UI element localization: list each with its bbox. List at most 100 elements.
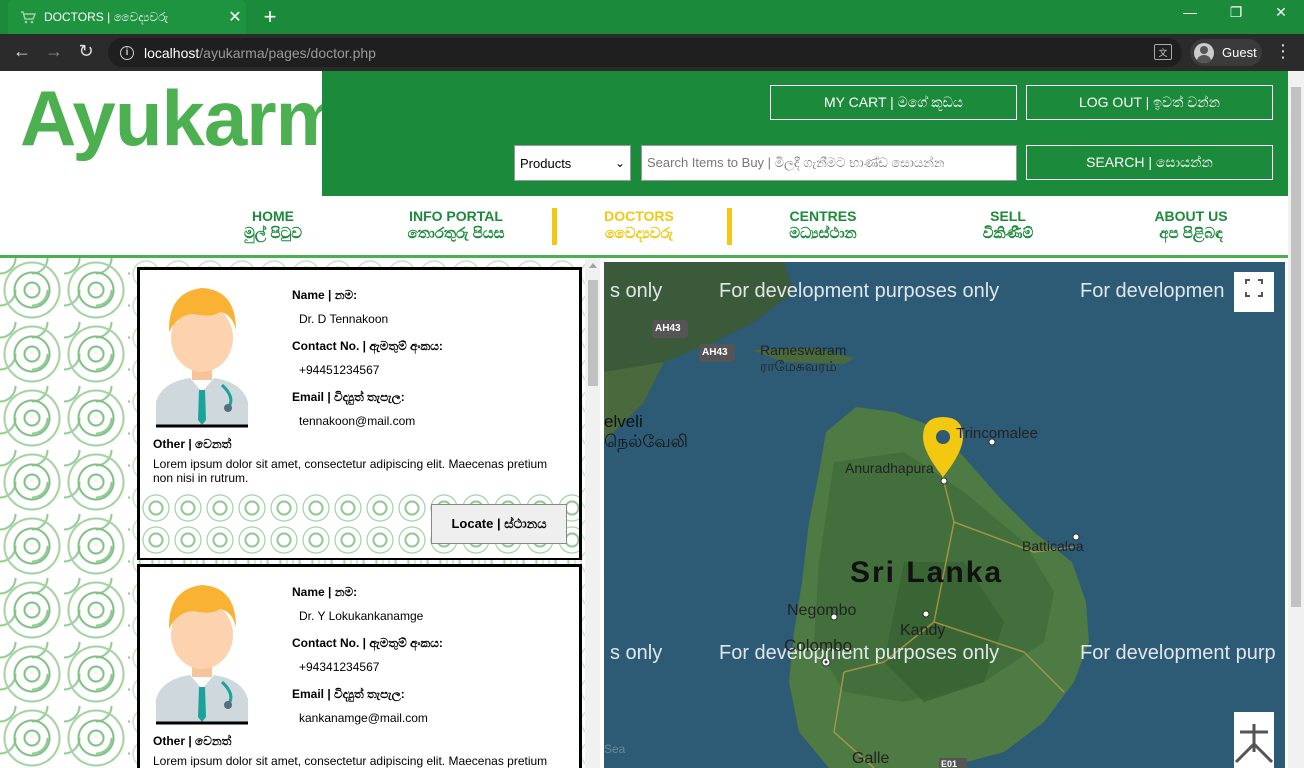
log-out-button[interactable]: LOG OUT | ඉවත් වන්න: [1026, 85, 1273, 120]
nav-sell-en: SELL: [990, 208, 1026, 224]
logo-area: Ayukarma: [0, 71, 387, 196]
locate-button[interactable]: Locate | ස්ථානය: [431, 504, 567, 544]
menu-kebab-icon[interactable]: ⋮: [1274, 41, 1292, 62]
decorative-pattern: [0, 258, 130, 768]
doctor-name: Dr. D Tennakoon: [299, 312, 389, 326]
translate-icon[interactable]: 文: [1154, 44, 1172, 60]
doctor-list[interactable]: Name | නම: Dr. D Tennakoon Contact No. |…: [130, 258, 600, 768]
nav-divider: [727, 208, 732, 245]
map-watermark: s only: [610, 642, 663, 664]
map-label-rameswaram: Rameswaram: [760, 342, 847, 358]
doctor-avatar-icon: [152, 577, 252, 725]
doctor-contact: +94451234567: [299, 363, 380, 377]
reload-icon[interactable]: ↻: [74, 41, 98, 62]
map-label-sea: Sea: [604, 742, 626, 756]
map-label-kandy: Kandy: [900, 622, 946, 639]
map-marker-icon[interactable]: [919, 417, 967, 479]
browser-tab-bar: DOCTORS | වෛද්‍යවරු ✕ + — ❐ ✕: [0, 0, 1304, 34]
nav-doctors-en: DOCTORS: [604, 208, 674, 224]
map-label-batticaloa: Batticaloa: [1022, 538, 1084, 554]
card-footer: Locate | ස්ථානය: [140, 492, 579, 558]
name-label: Name | නම:: [292, 288, 358, 302]
map-label-galle: Galle: [852, 750, 890, 767]
map-label-negombo: Negombo: [787, 602, 857, 619]
highway-shield: AH43: [655, 323, 681, 334]
map-watermark: For development purp: [1080, 642, 1276, 664]
nav-sell-si: විකිණීම්: [982, 225, 1034, 242]
search-button[interactable]: SEARCH | සොයන්න: [1026, 145, 1273, 180]
profile-button[interactable]: Guest: [1190, 39, 1262, 66]
category-select-value: Products: [520, 155, 572, 171]
cart-favicon-icon: [21, 11, 36, 24]
contact-label: Contact No. | ඇමතුම් අංකය:: [292, 339, 443, 353]
map-label-rameswaram-ta: ராமேசுவரம்: [760, 358, 837, 374]
new-tab-button[interactable]: +: [258, 4, 282, 30]
map[interactable]: s only For development purposes only For…: [604, 262, 1285, 768]
highway-shield: E01: [941, 759, 958, 768]
scroll-up-arrow-icon[interactable]: [589, 263, 597, 268]
doctor-fields: Name | නම: Dr. Y Lokukankanamge Contact …: [292, 585, 582, 738]
fullscreen-icon[interactable]: [1234, 272, 1274, 312]
doctor-fields: Name | නම: Dr. D Tennakoon Contact No. |…: [292, 288, 582, 441]
map-watermark: s only: [610, 280, 663, 302]
browser-toolbar: ← → ↻ i localhost /ayukarma/pages/doctor…: [0, 34, 1304, 71]
my-cart-button[interactable]: MY CART | මගේ කූඩය: [770, 85, 1017, 120]
doctor-contact: +94341234567: [299, 660, 380, 674]
map-watermark: For developmen: [1080, 280, 1225, 302]
highway-shield: AH43: [702, 347, 728, 358]
other-label: Other | වෙනත්: [153, 437, 232, 451]
doctor-card: Name | නම: Dr. D Tennakoon Contact No. |…: [137, 267, 582, 560]
search-input[interactable]: Search Items to Buy | මිලදී ගැනීමට භාණ්ඩ…: [641, 145, 1017, 181]
pegman-icon[interactable]: [1234, 712, 1274, 768]
doctor-email: kankanamge@mail.com: [299, 711, 428, 725]
profile-name: Guest: [1222, 45, 1257, 60]
map-canvas: [604, 262, 1285, 768]
nav-doctors[interactable]: DOCTORS වෛද්‍යවරු: [549, 208, 729, 242]
nav-info-en: INFO PORTAL: [409, 208, 503, 224]
chevron-down-icon: ⌄: [614, 156, 625, 170]
back-icon[interactable]: ←: [10, 41, 34, 62]
other-label: Other | වෙනත්: [153, 734, 232, 748]
doctor-email: tennakoon@mail.com: [299, 414, 416, 428]
email-label: Email | විද්‍යුත් තැපැල:: [292, 687, 405, 701]
email-label: Email | විද්‍යුත් තැපැල:: [292, 390, 405, 404]
doctor-name: Dr. Y Lokukankanamge: [299, 609, 424, 623]
nav-home[interactable]: HOME මුල් පිටුව: [183, 208, 363, 242]
nav-about-us[interactable]: ABOUT US අප පිළිබඳ: [1101, 208, 1281, 242]
main-nav: HOME මුල් පිටුව INFO PORTAL තොරතුරු පියස…: [0, 196, 1288, 258]
address-bar[interactable]: i localhost /ayukarma/pages/doctor.php 文: [108, 38, 1182, 67]
doctor-avatar-icon: [152, 280, 252, 428]
nav-sell[interactable]: SELL විකිණීම්: [918, 208, 1098, 242]
map-label-country: Sri Lanka: [850, 556, 1004, 589]
nav-home-en: HOME: [252, 208, 294, 224]
page: Ayukarma MY CART | මගේ කූඩය LOG OUT | ඉව…: [0, 71, 1304, 768]
name-label: Name | නම:: [292, 585, 358, 599]
header-bar: MY CART | මගේ කූඩය LOG OUT | ඉවත් වන්න P…: [322, 71, 1288, 196]
nav-home-si: මුල් පිටුව: [243, 225, 303, 242]
map-watermark: For development purposes only: [719, 280, 1000, 302]
tab-close-icon[interactable]: ✕: [224, 7, 246, 27]
nav-info-portal[interactable]: INFO PORTAL තොරතුරු පියස: [366, 208, 546, 242]
map-watermark: For development purposes only: [719, 642, 1000, 664]
url-host: localhost: [144, 44, 200, 61]
restore-button[interactable]: ❐: [1216, 4, 1256, 21]
nav-centres[interactable]: CENTRES මධ්‍යස්ථාන: [733, 208, 913, 242]
site-info-icon[interactable]: i: [120, 45, 134, 60]
map-label-colombo: Colombo: [784, 636, 853, 655]
list-scroll-thumb[interactable]: [588, 280, 598, 386]
map-label-nelveli: elveli: [604, 412, 643, 431]
close-window-button[interactable]: ✕: [1261, 4, 1301, 21]
minimize-button[interactable]: —: [1170, 4, 1210, 20]
forward-icon[interactable]: →: [42, 41, 66, 62]
contact-label: Contact No. | ඇමතුම් අංකය:: [292, 636, 443, 650]
nav-about-si: අප පිළිබඳ: [1159, 225, 1223, 242]
nav-info-si: තොරතුරු පියස: [407, 225, 505, 242]
url-path: /ayukarma/pages/doctor.php: [199, 44, 376, 61]
doctor-other: Lorem ipsum dolor sit amet, consectetur …: [153, 754, 548, 768]
page-scroll-thumb[interactable]: [1291, 87, 1301, 607]
avatar-icon: [1194, 42, 1214, 63]
nav-centres-si: මධ්‍යස්ථාන: [789, 225, 857, 242]
browser-tab[interactable]: DOCTORS | වෛද්‍යවරු ✕: [8, 0, 246, 34]
doctor-other: Lorem ipsum dolor sit amet, consectetur …: [153, 457, 548, 485]
category-select[interactable]: Products ⌄: [514, 145, 631, 181]
